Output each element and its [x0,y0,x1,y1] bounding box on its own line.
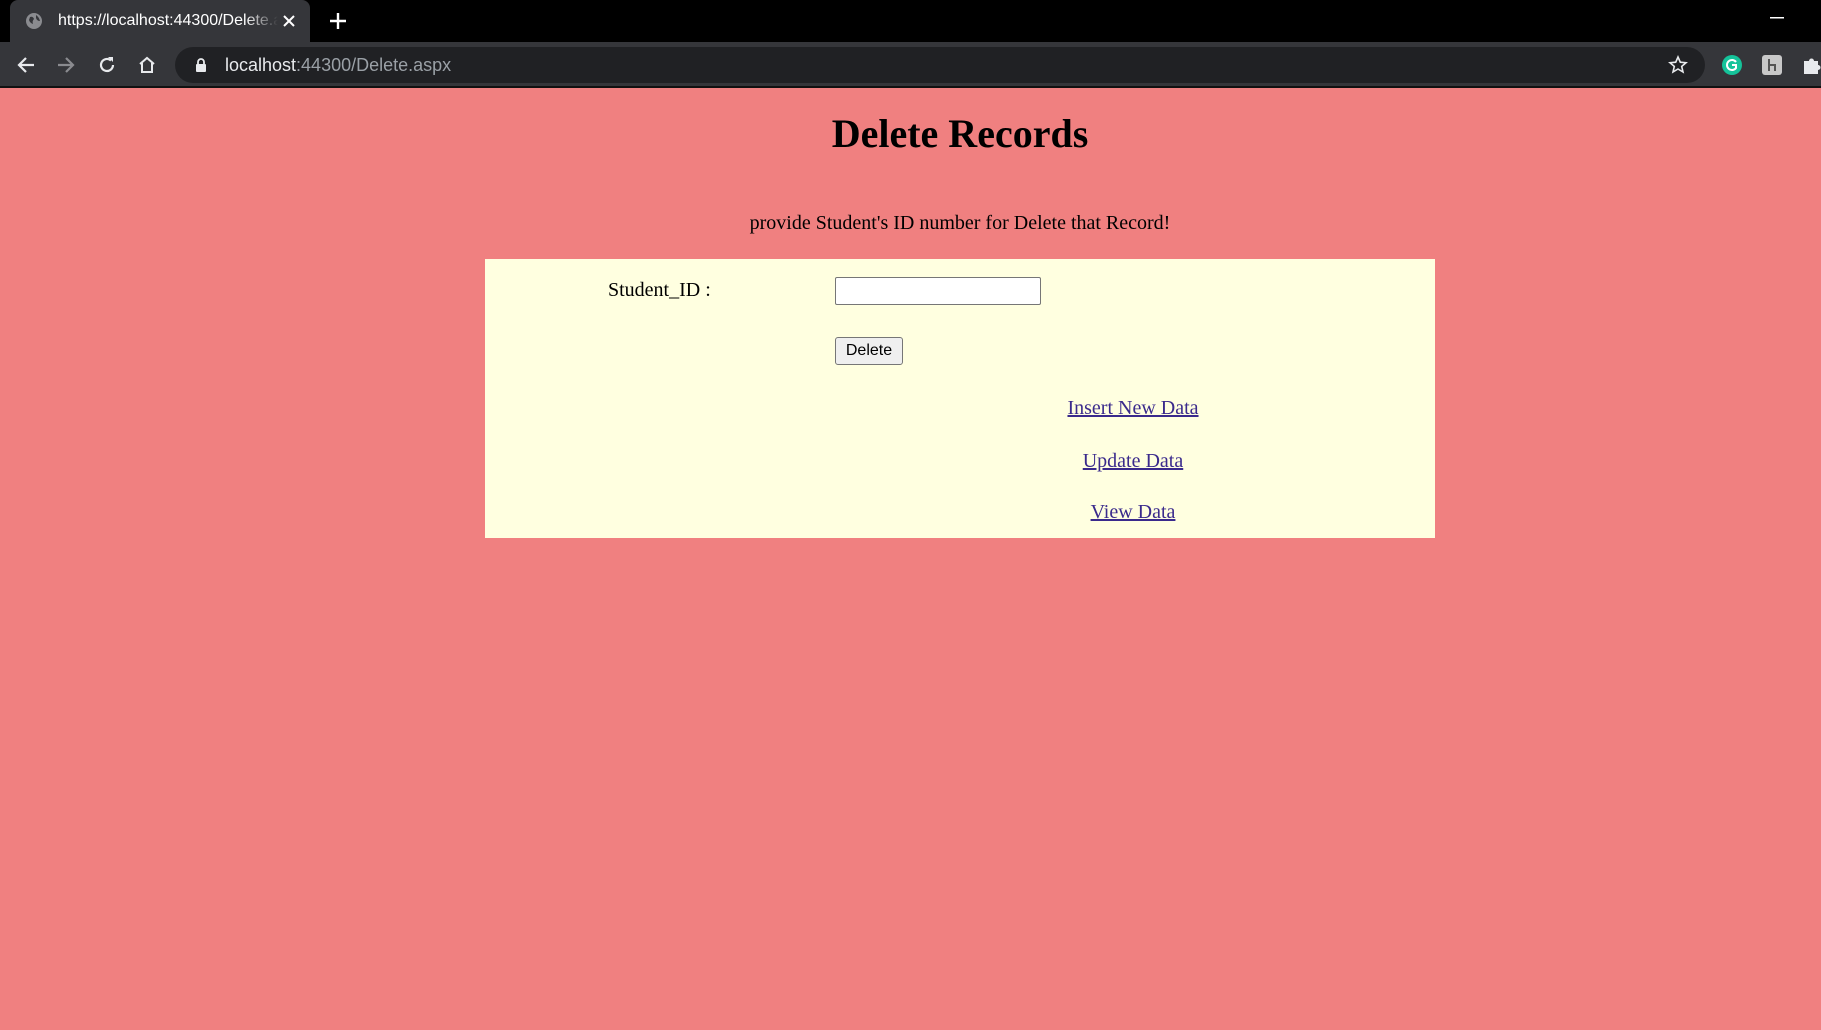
grammarly-icon[interactable] [1721,54,1743,76]
home-icon[interactable] [132,50,162,80]
url-path: :44300/Delete.aspx [296,54,452,75]
globe-icon [24,11,44,31]
url-text: localhost:44300/Delete.aspx [225,55,451,76]
forward-arrow-icon[interactable] [51,50,81,80]
delete-form-panel: Student_ID : Delete Insert New Data Upda… [485,259,1435,538]
bookmark-star-icon[interactable] [1665,52,1691,78]
back-arrow-icon[interactable] [11,50,41,80]
url-host: localhost [225,54,297,75]
address-bar[interactable]: localhost:44300/Delete.aspx [175,47,1705,83]
browser-tab[interactable]: https://localhost:44300/Delete.aspx [10,0,310,42]
tab-title: https://localhost:44300/Delete.aspx [58,12,278,29]
browser-toolbar: localhost:44300/Delete.aspx [0,42,1821,88]
page-title: Delete Records [831,111,1089,156]
extension-h-icon[interactable] [1761,54,1783,76]
update-data-link[interactable]: Update Data [983,450,1283,473]
page-viewport: Delete Records provide Student's ID numb… [0,90,1821,1030]
instructions-text: provide Student's ID number for Delete t… [749,212,1171,234]
view-data-link[interactable]: View Data [983,501,1283,524]
delete-button[interactable]: Delete [835,337,903,365]
puzzle-icon[interactable] [1801,54,1821,76]
student-id-input[interactable] [835,277,1041,305]
tab-strip: https://localhost:44300/Delete.aspx [0,0,1821,42]
close-tab-icon[interactable] [278,10,300,32]
lock-icon[interactable] [193,57,209,73]
minimize-window-icon[interactable] [1765,8,1789,28]
reload-icon[interactable] [92,50,122,80]
new-tab-icon[interactable] [326,9,350,33]
student-id-label: Student_ID : [608,279,711,301]
insert-new-data-link[interactable]: Insert New Data [983,397,1283,420]
